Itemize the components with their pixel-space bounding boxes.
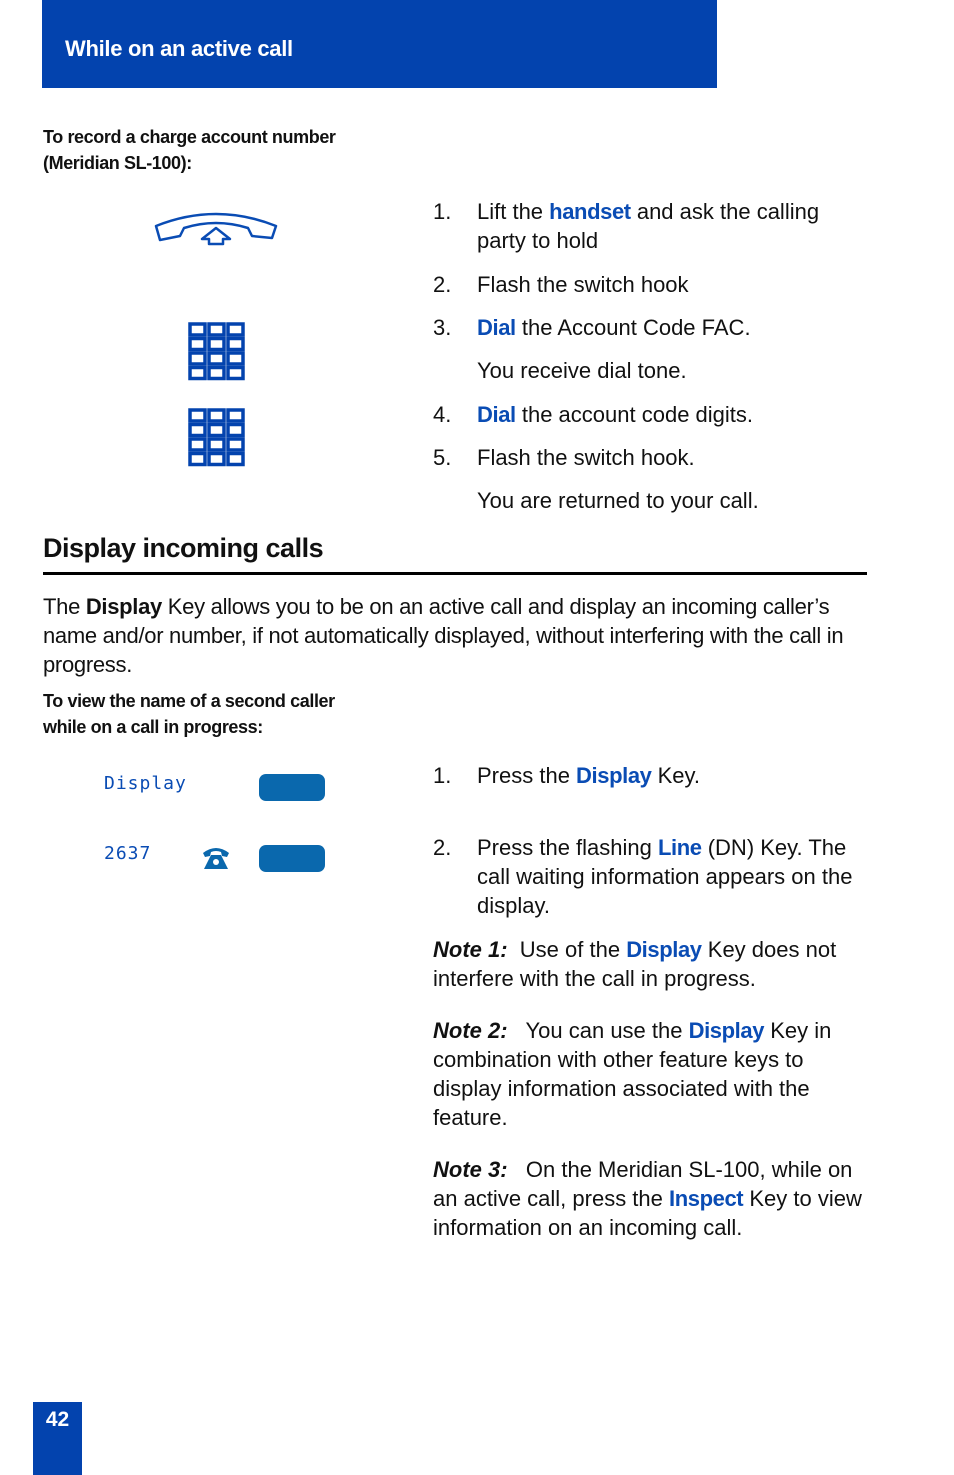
highlighted-key-term: Dial	[477, 315, 516, 340]
step-number: 2.	[433, 272, 452, 297]
highlighted-key-term: Inspect	[669, 1186, 744, 1211]
dialpad-key	[226, 322, 245, 337]
dialpad-key	[188, 365, 207, 381]
instruction-step: You receive dial tone.	[433, 356, 863, 385]
instruction-step: 2. Press the flashing Line (DN) Key. The …	[433, 833, 863, 920]
dialpad-key	[226, 422, 245, 438]
step-text: You can use the	[507, 1018, 689, 1043]
subheading-line-1: To view the name of a second caller	[43, 691, 335, 711]
step-text: the account code digits.	[515, 402, 754, 427]
subheading-line-2: while on a call in progress:	[43, 717, 263, 737]
highlighted-key-term: handset	[549, 199, 631, 224]
step-body: Flash the switch hook	[477, 270, 863, 299]
instruction-step: You are returned to your call.	[433, 486, 863, 515]
instruction-step: 1. Lift the handset and ask the calling p…	[433, 197, 863, 255]
step-text: Key.	[651, 763, 701, 788]
subheading-line-2: (Meridian SL-100):	[43, 153, 192, 173]
dialpad-key	[188, 422, 207, 438]
lcd-display-label: Display	[104, 773, 187, 794]
instruction-step: 3. Dial the Account Code FAC.	[433, 313, 863, 342]
instruction-step: 4. Dial the account code digits.	[433, 400, 863, 429]
dialpad-key	[207, 322, 226, 337]
highlighted-key-term: Dial	[477, 402, 516, 427]
step-body: You receive dial tone.	[477, 356, 863, 385]
step-number: 1.	[433, 199, 452, 224]
note-label: Note 3:	[433, 1157, 508, 1182]
display-subheading: To view the name of a second caller whil…	[43, 688, 335, 740]
header-title: While on an active call	[65, 36, 293, 61]
note: Note 2: You can use the Display Key in c…	[433, 1016, 863, 1132]
dialpad-key	[207, 422, 226, 438]
subheading-line-1: To record a charge account number	[43, 127, 336, 147]
dialpad-key	[207, 408, 226, 423]
step-text: Flash the switch hook	[477, 272, 689, 297]
dialpad-key	[226, 437, 245, 452]
dialpad-key	[226, 336, 245, 352]
step-text: the Account Code FAC.	[515, 315, 751, 340]
dialpad-key	[226, 408, 245, 423]
intro-prefix: The	[43, 594, 86, 619]
display-softkey-button[interactable]	[259, 774, 325, 801]
dialpad-key	[188, 336, 207, 352]
step-text: Press the	[477, 763, 577, 788]
step-body: Dial the Account Code FAC.	[477, 313, 863, 342]
step-text: You are returned to your call.	[477, 488, 759, 513]
page-number-tab: 42	[33, 1402, 82, 1475]
step-body: You are returned to your call.	[477, 486, 863, 515]
handset-off-hook-icon	[154, 212, 278, 246]
highlighted-key-term: Line	[657, 835, 702, 860]
dialpad-key	[226, 451, 245, 467]
dialpad-key	[207, 351, 226, 366]
intro-bold-key: Display	[85, 594, 162, 619]
step-body: Dial the account code digits.	[477, 400, 863, 429]
note-label: Note 2:	[433, 1018, 508, 1043]
note: Note 1: Use of the Display Key does not …	[433, 935, 863, 993]
section-divider	[43, 572, 867, 575]
dialpad-key	[188, 437, 207, 452]
step-body: Lift the handset and ask the calling par…	[477, 197, 863, 255]
dialpad-key	[207, 451, 226, 467]
instruction-step: 5. Flash the switch hook.	[433, 443, 863, 472]
step-text: Lift the	[477, 199, 550, 224]
note: Note 3: On the Meridian SL-100, while on…	[433, 1155, 863, 1242]
step-text: Use of the	[507, 937, 627, 962]
dialpad-icon	[188, 408, 245, 467]
section-intro: The Display Key allows you to be on an a…	[43, 592, 863, 679]
dialpad-key	[188, 451, 207, 467]
highlighted-key-term: Display	[626, 937, 702, 962]
dialpad-icon	[188, 322, 245, 381]
dialpad-key	[226, 365, 245, 381]
dialpad-key	[226, 351, 245, 366]
charge-account-subheading: To record a charge account number (Merid…	[43, 124, 336, 176]
dialpad-key	[207, 365, 226, 381]
dialpad-key	[207, 336, 226, 352]
step-body: Press the flashing Line (DN) Key. The ca…	[477, 833, 863, 920]
instruction-step: 2. Flash the switch hook	[433, 270, 863, 299]
step-text: Flash the switch hook.	[477, 445, 695, 470]
dialpad-key	[188, 322, 207, 337]
step-number: 1.	[433, 763, 452, 788]
telephone-icon	[203, 848, 229, 869]
lcd-line-number: 2637	[104, 843, 152, 864]
step-text: You receive dial tone.	[477, 358, 687, 383]
line-dn-key-button[interactable]	[259, 845, 325, 872]
instruction-step: 1. Press the Display Key.	[433, 761, 863, 790]
intro-text: Key allows you to be on an active call a…	[43, 594, 844, 677]
dialpad-key	[207, 437, 226, 452]
page-number: 42	[45, 1408, 70, 1431]
note-label: Note 1:	[433, 937, 508, 962]
step-number: 4.	[433, 402, 452, 427]
highlighted-key-term: Display	[576, 763, 652, 788]
page-header-bar: While on an active call	[42, 0, 717, 88]
highlighted-key-term: Display	[688, 1018, 765, 1043]
step-body: Flash the switch hook.	[477, 443, 863, 472]
step-number: 2.	[433, 835, 452, 860]
step-number: 3.	[433, 315, 452, 340]
step-text: Press the flashing	[477, 835, 658, 860]
dialpad-key	[188, 351, 207, 366]
dialpad-key	[188, 408, 207, 423]
step-body: Press the Display Key.	[477, 761, 863, 790]
section-title: Display incoming calls	[43, 533, 324, 563]
step-number: 5.	[433, 445, 452, 470]
